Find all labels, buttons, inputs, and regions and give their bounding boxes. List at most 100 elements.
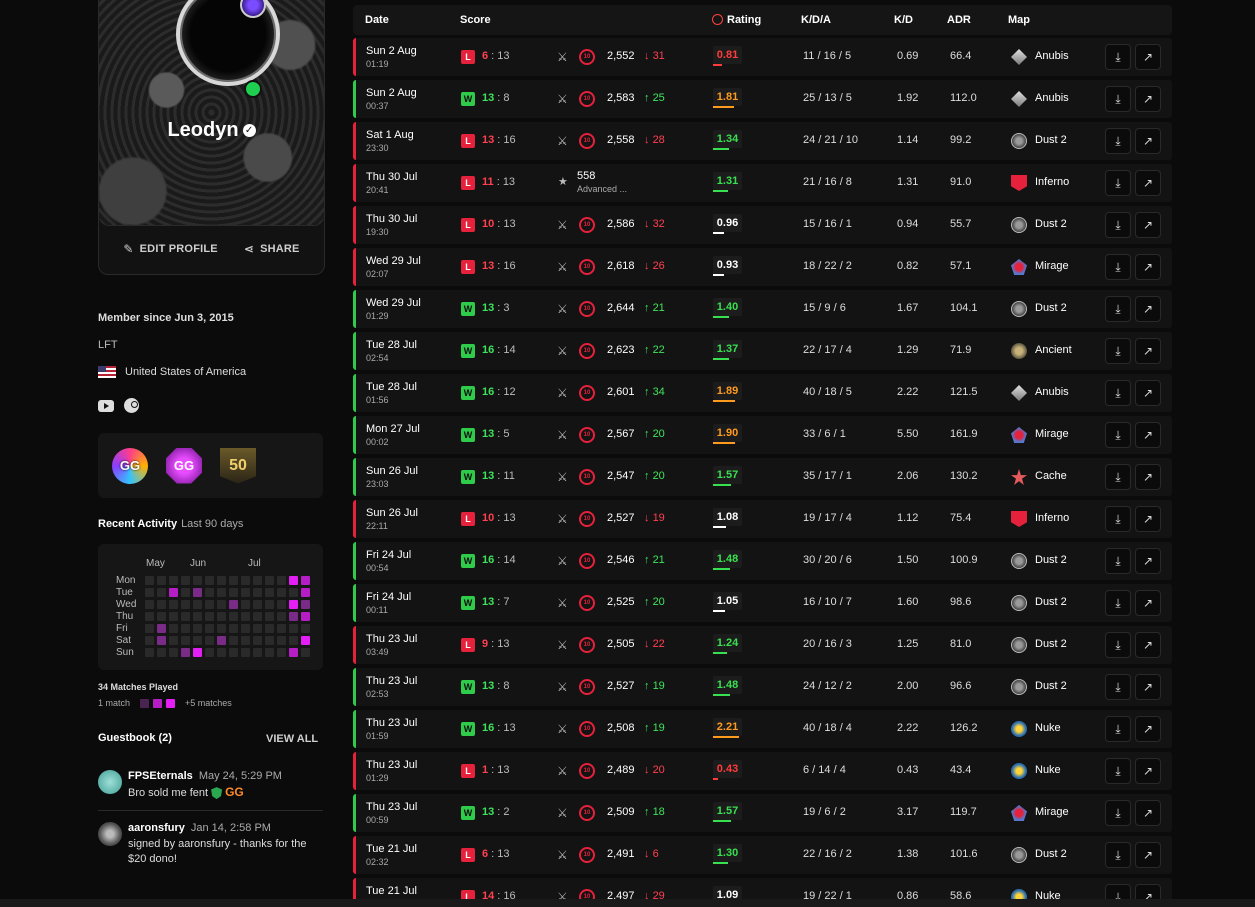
share-button[interactable]: ⋖ SHARE: [244, 242, 300, 256]
download-demo-button[interactable]: ⤓: [1105, 422, 1131, 448]
heatmap-cell[interactable]: [181, 588, 190, 597]
download-demo-button[interactable]: ⤓: [1105, 506, 1131, 532]
view-all-button[interactable]: VIEW ALL: [266, 733, 318, 745]
heatmap-cell[interactable]: [289, 588, 298, 597]
open-match-button[interactable]: ↗: [1135, 506, 1161, 532]
heatmap-cell[interactable]: [289, 612, 298, 621]
heatmap-cell[interactable]: [205, 576, 214, 585]
open-match-button[interactable]: ↗: [1135, 86, 1161, 112]
heatmap-cell[interactable]: [253, 624, 262, 633]
heatmap-cell[interactable]: [157, 636, 166, 645]
open-match-button[interactable]: ↗: [1135, 128, 1161, 154]
heatmap-cell[interactable]: [181, 648, 190, 657]
open-match-button[interactable]: ↗: [1135, 464, 1161, 490]
heatmap-cell[interactable]: [193, 612, 202, 621]
download-demo-button[interactable]: ⤓: [1105, 380, 1131, 406]
heatmap-cell[interactable]: [241, 600, 250, 609]
heatmap-cell[interactable]: [217, 648, 226, 657]
heatmap-cell[interactable]: [181, 576, 190, 585]
heatmap-cell[interactable]: [301, 636, 310, 645]
heatmap-cell[interactable]: [217, 588, 226, 597]
heatmap-cell[interactable]: [229, 636, 238, 645]
heatmap-cell[interactable]: [205, 648, 214, 657]
download-demo-button[interactable]: ⤓: [1105, 800, 1131, 826]
heatmap-cell[interactable]: [157, 576, 166, 585]
heatmap-cell[interactable]: [265, 636, 274, 645]
open-match-button[interactable]: ↗: [1135, 590, 1161, 616]
heatmap-cell[interactable]: [157, 648, 166, 657]
table-row[interactable]: Thu 30 Jul 19:30 L 10 : 13 ⚔ 10 2,586 ↓ 32 0.96 1…: [353, 206, 1172, 244]
heatmap-cell[interactable]: [301, 612, 310, 621]
open-match-button[interactable]: ↗: [1135, 548, 1161, 574]
heatmap-cell[interactable]: [289, 600, 298, 609]
heatmap-cell[interactable]: [169, 588, 178, 597]
download-demo-button[interactable]: ⤓: [1105, 128, 1131, 154]
heatmap-cell[interactable]: [289, 648, 298, 657]
table-row[interactable]: Tue 28 Jul 02:54 W 16 : 14 ⚔ 10 2,623 ↑ 22 1.37 2…: [353, 332, 1172, 370]
download-demo-button[interactable]: ⤓: [1105, 338, 1131, 364]
heatmap-cell[interactable]: [217, 636, 226, 645]
heatmap-cell[interactable]: [181, 636, 190, 645]
heatmap-cell[interactable]: [301, 624, 310, 633]
table-row[interactable]: Sun 26 Jul 23:03 W 13 : 11 ⚔ 10 2,547 ↑ 20 1.57 3…: [353, 458, 1172, 496]
heatmap-cell[interactable]: [205, 624, 214, 633]
youtube-icon[interactable]: [98, 400, 114, 412]
heatmap-cell[interactable]: [277, 612, 286, 621]
steam-icon[interactable]: [124, 398, 139, 413]
download-demo-button[interactable]: ⤓: [1105, 632, 1131, 658]
heatmap-cell[interactable]: [241, 624, 250, 633]
heatmap-cell[interactable]: [217, 624, 226, 633]
open-match-button[interactable]: ↗: [1135, 842, 1161, 868]
heatmap-cell[interactable]: [253, 612, 262, 621]
heatmap-cell[interactable]: [193, 576, 202, 585]
heatmap-cell[interactable]: [241, 648, 250, 657]
col-date[interactable]: Date: [365, 14, 389, 26]
table-row[interactable]: Tue 28 Jul 01:56 W 16 : 12 ⚔ 10 2,601 ↑ 34 1.89 4…: [353, 374, 1172, 412]
heatmap-cell[interactable]: [205, 612, 214, 621]
heatmap-cell[interactable]: [217, 576, 226, 585]
heatmap-cell[interactable]: [193, 624, 202, 633]
heatmap-cell[interactable]: [253, 576, 262, 585]
heatmap-cell[interactable]: [145, 648, 154, 657]
heatmap-cell[interactable]: [145, 624, 154, 633]
table-row[interactable]: Tue 21 Jul 02:32 L 6 : 13 ⚔ 10 2,491 ↓ 6 1.30 22 …: [353, 836, 1172, 874]
open-match-button[interactable]: ↗: [1135, 170, 1161, 196]
heatmap-cell[interactable]: [253, 600, 262, 609]
table-row[interactable]: Sun 2 Aug 01:19 L 6 : 13 ⚔ 10 2,552 ↓ 31 0.81 11 …: [353, 38, 1172, 76]
heatmap-cell[interactable]: [181, 612, 190, 621]
col-map[interactable]: Map: [1008, 14, 1030, 26]
download-demo-button[interactable]: ⤓: [1105, 842, 1131, 868]
guestbook-author[interactable]: FPSEternals May 24, 5:29 PM: [128, 770, 282, 782]
download-demo-button[interactable]: ⤓: [1105, 296, 1131, 322]
download-demo-button[interactable]: ⤓: [1105, 254, 1131, 280]
heatmap-cell[interactable]: [289, 624, 298, 633]
heatmap-cell[interactable]: [289, 576, 298, 585]
heatmap-cell[interactable]: [205, 636, 214, 645]
heatmap-cell[interactable]: [241, 612, 250, 621]
heatmap-cell[interactable]: [169, 624, 178, 633]
heatmap-cell[interactable]: [205, 600, 214, 609]
heatmap-cell[interactable]: [157, 588, 166, 597]
heatmap-cell[interactable]: [265, 600, 274, 609]
heatmap-cell[interactable]: [169, 600, 178, 609]
heatmap-cell[interactable]: [277, 648, 286, 657]
open-match-button[interactable]: ↗: [1135, 800, 1161, 826]
heatmap-cell[interactable]: [289, 636, 298, 645]
download-demo-button[interactable]: ⤓: [1105, 590, 1131, 616]
table-row[interactable]: Thu 23 Jul 01:59 W 16 : 13 ⚔ 10 2,508 ↑ 19 2.21 4…: [353, 710, 1172, 748]
table-row[interactable]: Wed 29 Jul 01:29 W 13 : 3 ⚔ 10 2,644 ↑ 21 1.40 15…: [353, 290, 1172, 328]
col-kd[interactable]: K/D: [894, 14, 913, 26]
heatmap-cell[interactable]: [169, 636, 178, 645]
open-match-button[interactable]: ↗: [1135, 212, 1161, 238]
download-demo-button[interactable]: ⤓: [1105, 86, 1131, 112]
heatmap-cell[interactable]: [157, 600, 166, 609]
heatmap-cell[interactable]: [265, 624, 274, 633]
heatmap-cell[interactable]: [277, 636, 286, 645]
download-demo-button[interactable]: ⤓: [1105, 44, 1131, 70]
gg-24-badge-icon[interactable]: GG: [166, 447, 202, 484]
open-match-button[interactable]: ↗: [1135, 674, 1161, 700]
heatmap-cell[interactable]: [205, 588, 214, 597]
heatmap-cell[interactable]: [157, 612, 166, 621]
col-score[interactable]: Score: [460, 14, 491, 26]
heatmap-cell[interactable]: [277, 600, 286, 609]
